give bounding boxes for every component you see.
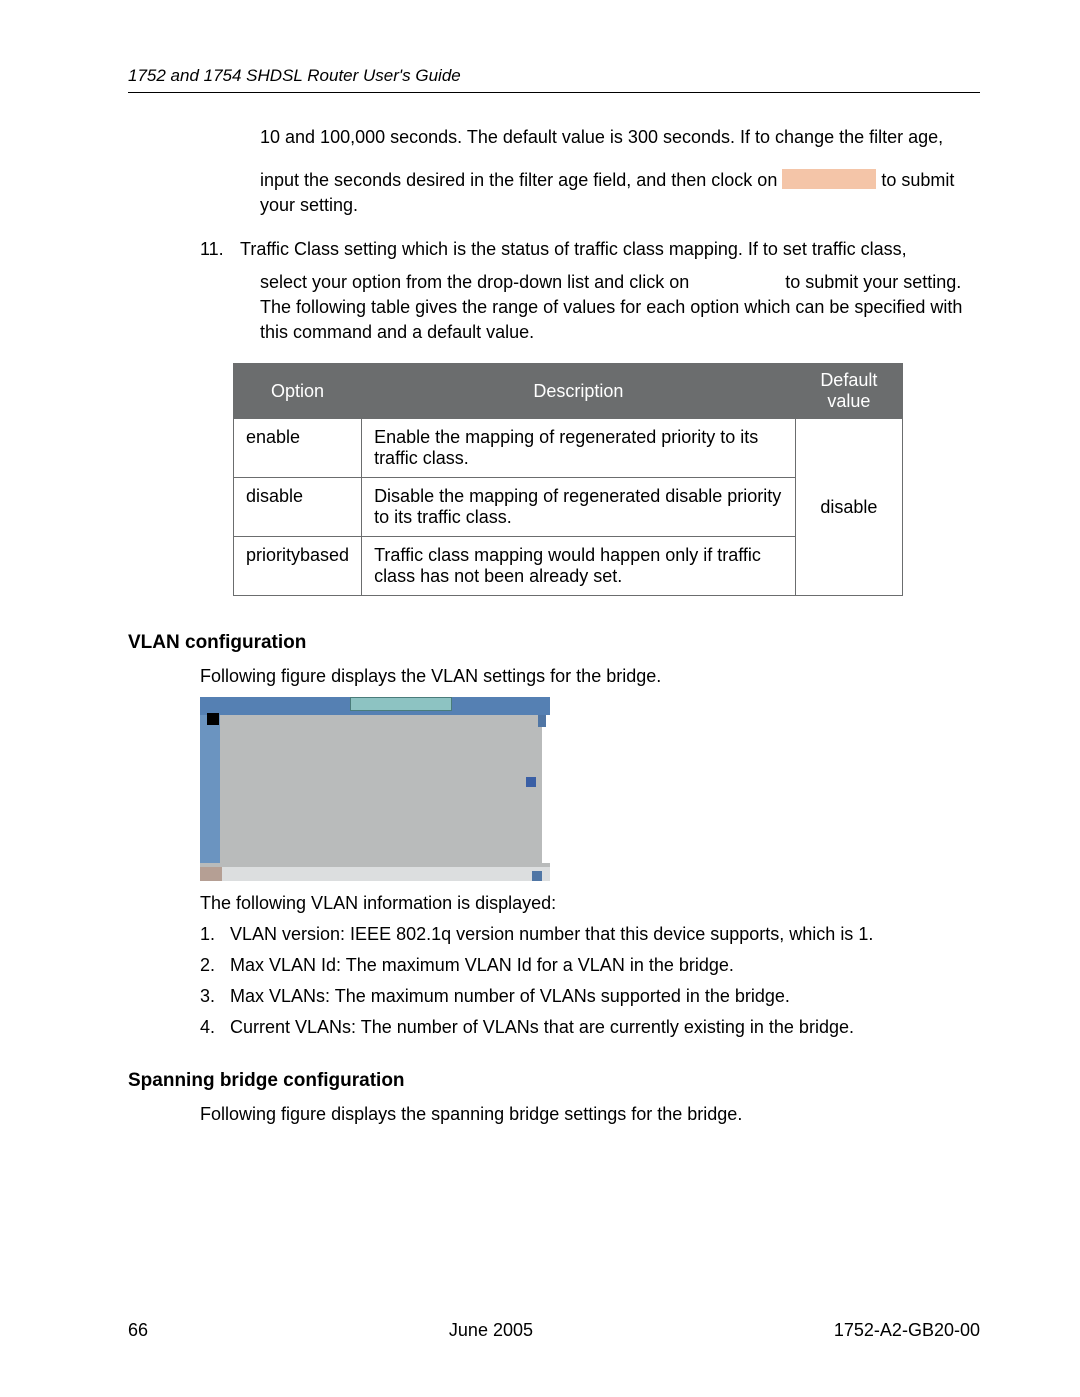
cell-desc: Disable the mapping of regenerated disab… [362,478,796,537]
list-number: 4. [200,1017,230,1038]
list-number: 2. [200,955,230,976]
col-description: Description [362,364,796,419]
col-option: Option [234,364,362,419]
cell-default: disable [795,419,902,596]
list-text: Max VLAN Id: The maximum VLAN Id for a V… [230,955,734,976]
vlan-after: The following VLAN information is displa… [200,893,980,914]
cell-option: enable [234,419,362,478]
text-segment: input the seconds desired in the filter … [260,170,782,190]
footer-doc: 1752-A2-GB20-00 [834,1320,980,1341]
list-item: 2. Max VLAN Id: The maximum VLAN Id for … [200,955,980,976]
list-number: 1. [200,924,230,945]
button-placeholder-icon [694,275,780,291]
list-number: 11. [200,237,240,262]
button-placeholder-icon [782,169,876,189]
footer-page: 66 [128,1320,148,1341]
cell-desc: Traffic class mapping would happen only … [362,537,796,596]
list-text: Max VLANs: The maximum number of VLANs s… [230,986,790,1007]
heading-vlan: VLAN configuration [128,632,980,654]
page-header: 1752 and 1754 SHDSL Router User's Guide [128,66,980,93]
paragraph-filter-age-1: 10 and 100,000 seconds. The default valu… [260,125,980,150]
vlan-info-list: 1. VLAN version: IEEE 802.1q version num… [200,924,980,1038]
figure-vlan-screenshot [200,697,550,881]
list-item: 3. Max VLANs: The maximum number of VLAN… [200,986,980,1007]
table-row: enable Enable the mapping of regenerated… [234,419,903,478]
list-text: VLAN version: IEEE 802.1q version number… [230,924,873,945]
paragraph-filter-age-2: input the seconds desired in the filter … [260,168,980,218]
list-body: Traffic Class setting which is the statu… [240,237,980,262]
list-text: Current VLANs: The number of VLANs that … [230,1017,854,1038]
table-header-row: Option Description Default value [234,364,903,419]
list-item: 1. VLAN version: IEEE 802.1q version num… [200,924,980,945]
list-number: 3. [200,986,230,1007]
cell-option: prioritybased [234,537,362,596]
col-default: Default value [795,364,902,419]
cell-option: disable [234,478,362,537]
heading-spanning: Spanning bridge configuration [128,1070,980,1092]
list-item-11: 11. Traffic Class setting which is the s… [200,237,980,262]
options-table: Option Description Default value enable … [233,363,903,596]
list-item: 4. Current VLANs: The number of VLANs th… [200,1017,980,1038]
spanning-intro: Following figure displays the spanning b… [200,1104,980,1125]
vlan-intro: Following figure displays the VLAN setti… [200,666,980,687]
cell-desc: Enable the mapping of regenerated priori… [362,419,796,478]
footer-date: June 2005 [449,1320,533,1341]
text-segment: select your option from the drop-down li… [260,272,694,292]
list-item-11-sub: select your option from the drop-down li… [260,270,980,346]
page-footer: 66 June 2005 1752-A2-GB20-00 [128,1320,980,1341]
